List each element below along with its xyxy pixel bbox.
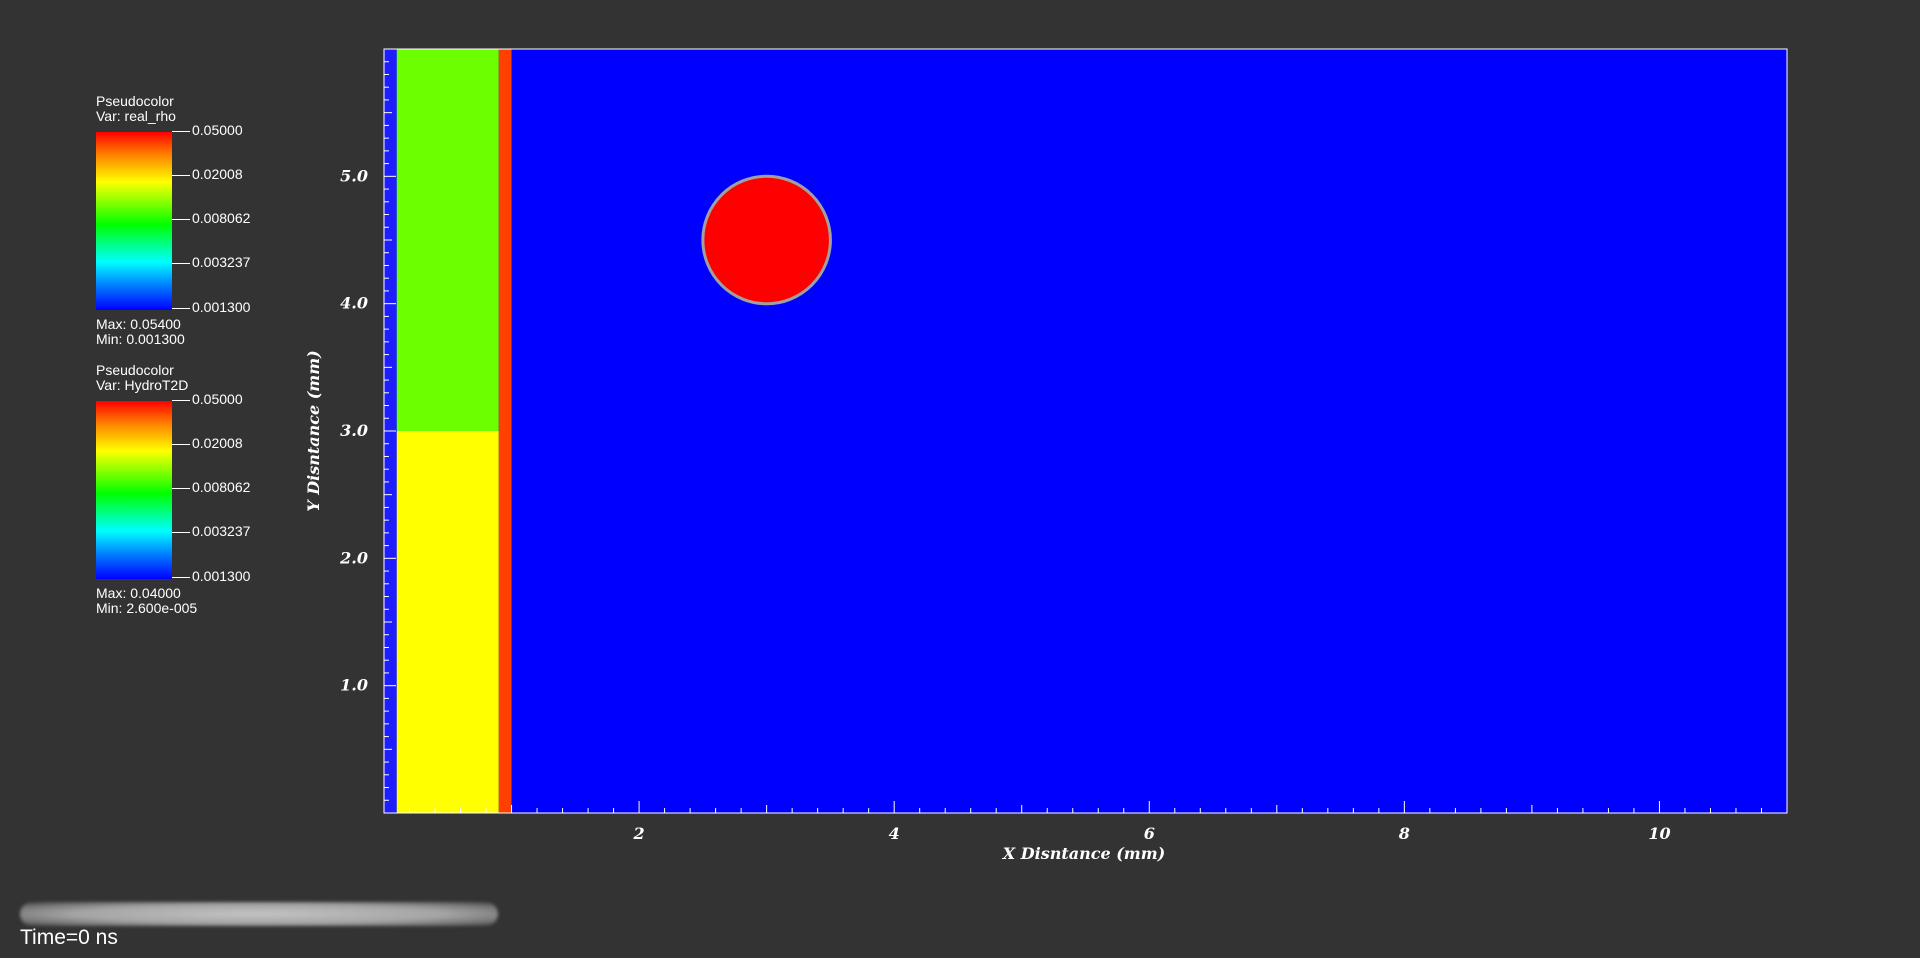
x-tick-label: 2 — [633, 824, 645, 843]
y-tick-label: 1.0 — [340, 676, 368, 695]
plot-area[interactable]: 2 4 6 8 10 1.0 2.0 3.0 4.0 5.0 X Disntance (mm) Y… — [0, 0, 1920, 958]
y-axis-label: Y Disntance (mm) — [304, 350, 323, 511]
x-tick-label: 10 — [1648, 824, 1670, 843]
y-tick-label: 2.0 — [339, 548, 368, 567]
yellow-lower-block — [396, 431, 499, 813]
green-upper-block — [396, 49, 499, 431]
orange-strip — [498, 49, 512, 813]
time-label: Time=0 ns — [20, 926, 118, 949]
time-progress-bar — [20, 902, 498, 926]
x-tick-label: 6 — [1144, 824, 1155, 843]
x-tick-label: 8 — [1398, 824, 1410, 843]
y-tick-label: 4.0 — [340, 294, 368, 313]
y-tick-label: 5.0 — [340, 166, 368, 185]
plot-background — [384, 49, 1787, 813]
x-axis-label: X Disntance (mm) — [1002, 844, 1165, 863]
red-circle — [701, 174, 832, 306]
y-tick-label: 3.0 — [340, 421, 368, 440]
x-tick-label: 4 — [889, 824, 900, 843]
